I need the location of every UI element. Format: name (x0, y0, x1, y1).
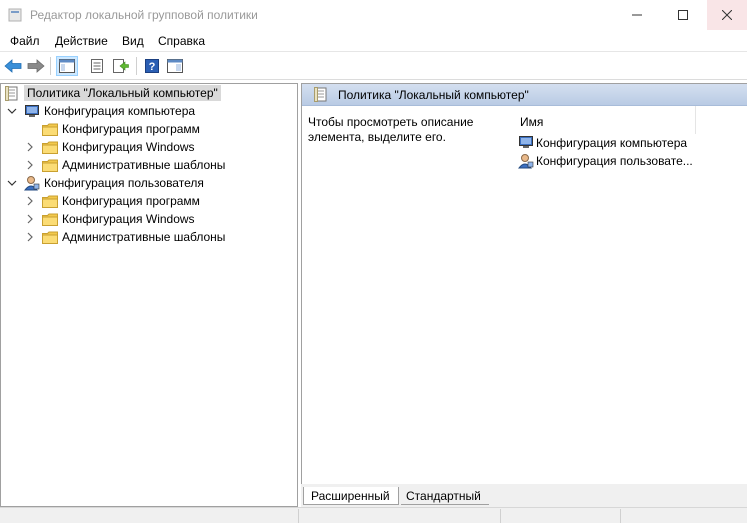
app-icon (8, 8, 22, 22)
user-icon (24, 175, 40, 191)
forward-button[interactable] (25, 56, 47, 76)
collapsed-chevron-icon[interactable] (24, 195, 36, 207)
user-icon (517, 153, 534, 169)
tree-item-label: Конфигурация программ (62, 194, 200, 208)
minimize-icon (632, 14, 642, 16)
console-icon (167, 59, 183, 73)
tab-extended[interactable]: Расширенный (303, 487, 399, 505)
menu-file[interactable]: Файл (10, 34, 40, 48)
view-tabs: Расширенный Стандартный (301, 484, 747, 507)
folder-icon (42, 157, 58, 173)
computer-icon (518, 135, 534, 151)
folder-icon (42, 211, 58, 227)
menu-bar: Файл Действие Вид Справка (0, 30, 747, 52)
window-title: Редактор локальной групповой политики (30, 8, 258, 22)
console-button[interactable] (164, 56, 186, 76)
back-icon (4, 59, 22, 73)
tree-item-user-windows[interactable]: Конфигурация Windows (24, 210, 195, 228)
tree-item-label: Административные шаблоны (62, 158, 226, 172)
show-tree-icon (59, 59, 75, 73)
collapsed-chevron-icon[interactable] (24, 213, 36, 225)
computer-icon (24, 103, 40, 119)
export-icon (113, 59, 129, 73)
svg-text:?: ? (149, 61, 156, 73)
expanded-chevron-icon[interactable] (6, 105, 18, 117)
details-header: Политика "Локальный компьютер" (302, 84, 747, 106)
status-bar (0, 507, 747, 523)
title-bar: Редактор локальной групповой политики (0, 0, 747, 30)
status-divider (298, 509, 299, 523)
tree-item-label: Конфигурация Windows (62, 212, 195, 226)
folder-icon (42, 229, 58, 245)
tree-item-label: Конфигурация компьютера (44, 104, 196, 118)
folder-icon (42, 139, 58, 155)
tree-item-computer-admin-templates[interactable]: Административные шаблоны (24, 156, 225, 174)
column-label: Имя (520, 115, 544, 129)
tree-item-label: Конфигурация пользователя (44, 176, 204, 190)
tree-root-label: Политика "Локальный компьютер" (24, 85, 221, 101)
tree-item-user-software[interactable]: Конфигурация программ (24, 192, 200, 210)
menu-help[interactable]: Справка (158, 34, 205, 48)
toolbar-separator (50, 57, 51, 75)
details-pane: Политика "Локальный компьютер" Чтобы про… (301, 83, 747, 484)
list-item-label: Конфигурация компьютера (536, 136, 688, 150)
back-button[interactable] (2, 56, 24, 76)
list-item-label: Конфигурация пользовате... (536, 154, 693, 168)
list-item-user-config[interactable]: Конфигурация пользовате... (517, 152, 693, 170)
folder-icon (42, 121, 58, 137)
tree-item-label: Конфигурация программ (62, 122, 200, 136)
status-divider (620, 509, 621, 523)
expanded-chevron-icon[interactable] (6, 177, 18, 189)
tree-item-computer-software[interactable]: Конфигурация программ (24, 120, 200, 138)
collapsed-chevron-icon[interactable] (24, 231, 36, 243)
tree-item-label: Конфигурация Windows (62, 140, 195, 154)
policy-document-icon (4, 85, 20, 101)
toolbar-separator (136, 57, 137, 75)
tab-standard[interactable]: Стандартный (401, 487, 489, 505)
collapsed-chevron-icon[interactable] (24, 159, 36, 171)
properties-button[interactable] (86, 56, 108, 76)
folder-icon (42, 193, 58, 209)
export-button[interactable] (110, 56, 132, 76)
menu-view[interactable]: Вид (122, 34, 144, 48)
menu-action[interactable]: Действие (55, 34, 108, 48)
tree-item-computer-windows[interactable]: Конфигурация Windows (24, 138, 195, 156)
toolbar: ? (0, 53, 747, 80)
status-divider (500, 509, 501, 523)
help-icon: ? (145, 59, 159, 73)
collapsed-chevron-icon[interactable] (24, 141, 36, 153)
tree-item-label: Административные шаблоны (62, 230, 226, 244)
help-button[interactable]: ? (141, 56, 163, 76)
forward-icon (27, 59, 45, 73)
tree-item-computer-config[interactable]: Конфигурация компьютера (6, 102, 195, 120)
maximize-button[interactable] (663, 0, 703, 30)
policy-document-icon (314, 86, 330, 103)
description-text: Чтобы просмотреть описание элемента, выд… (308, 115, 474, 144)
close-button[interactable] (707, 0, 747, 30)
show-tree-button[interactable] (56, 56, 78, 76)
maximize-icon (678, 10, 688, 20)
details-header-title: Политика "Локальный компьютер" (338, 87, 529, 102)
list-item-computer-config[interactable]: Конфигурация компьютера (518, 134, 687, 152)
properties-icon (91, 59, 103, 73)
close-icon (722, 10, 732, 20)
tree-item-user-admin-templates[interactable]: Административные шаблоны (24, 228, 225, 246)
minimize-button[interactable] (617, 0, 657, 30)
tree-pane: Политика "Локальный компьютер" Конфигура… (0, 83, 298, 507)
name-column-header[interactable]: Имя (514, 106, 696, 134)
tree-root[interactable]: Политика "Локальный компьютер" (4, 84, 221, 102)
tree-item-user-config[interactable]: Конфигурация пользователя (6, 174, 204, 192)
